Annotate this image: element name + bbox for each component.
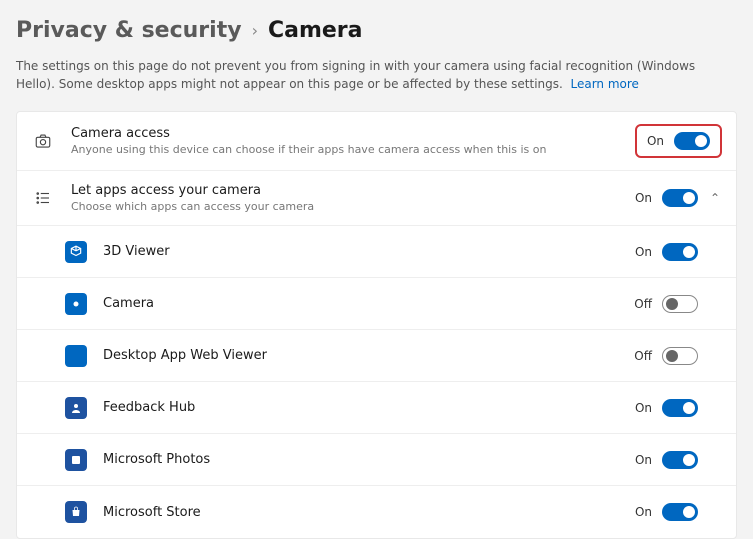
app-toggle-desktop-web-viewer[interactable] [662,347,698,365]
page-description: The settings on this page do not prevent… [16,57,737,93]
list-icon [31,189,55,207]
app-state: On [635,505,652,519]
camera-access-state: On [647,134,664,148]
app-row-feedback-hub: Feedback Hub On [17,382,736,434]
camera-access-row: Camera access Anyone using this device c… [17,112,736,171]
let-apps-state: On [635,191,652,205]
app-toggle-feedback-hub[interactable] [662,399,698,417]
breadcrumb-parent[interactable]: Privacy & security [16,18,242,43]
app-state: On [635,453,652,467]
let-apps-title: Let apps access your camera [71,183,635,198]
camera-access-title: Camera access [71,126,635,141]
page-title: Camera [268,18,363,43]
app-state: On [635,401,652,415]
app-toggle-microsoft-photos[interactable] [662,451,698,469]
desktop-web-viewer-icon [65,345,87,367]
let-apps-row[interactable]: Let apps access your camera Choose which… [17,171,736,226]
app-state: On [635,245,652,259]
app-name: Microsoft Store [103,505,635,520]
let-apps-toggle[interactable] [662,189,698,207]
app-name: Desktop App Web Viewer [103,348,634,363]
chevron-right-icon: › [252,21,258,40]
settings-panel: Camera access Anyone using this device c… [16,111,737,539]
camera-app-icon [65,293,87,315]
microsoft-store-icon [65,501,87,523]
3d-viewer-icon [65,241,87,263]
chevron-up-icon: ⌃ [710,191,722,205]
let-apps-subtitle: Choose which apps can access your camera [71,200,635,213]
camera-access-toggle[interactable] [674,132,710,150]
app-name: Feedback Hub [103,400,635,415]
app-state: Off [634,349,652,363]
learn-more-link[interactable]: Learn more [570,77,638,91]
microsoft-photos-icon [65,449,87,471]
breadcrumb: Privacy & security › Camera [16,18,737,43]
highlighted-toggle: On [635,124,722,158]
app-name: Microsoft Photos [103,452,635,467]
app-row-desktop-web-viewer: Desktop App Web Viewer Off [17,330,736,382]
app-toggle-camera[interactable] [662,295,698,313]
app-name: Camera [103,296,634,311]
app-state: Off [634,297,652,311]
app-row-microsoft-photos: Microsoft Photos On [17,434,736,486]
camera-access-subtitle: Anyone using this device can choose if t… [71,143,635,156]
app-toggle-microsoft-store[interactable] [662,503,698,521]
app-row-camera: Camera Off [17,278,736,330]
app-row-3d-viewer: 3D Viewer On [17,226,736,278]
app-row-microsoft-store: Microsoft Store On [17,486,736,538]
app-toggle-3d-viewer[interactable] [662,243,698,261]
camera-icon [31,132,55,150]
feedback-hub-icon [65,397,87,419]
app-name: 3D Viewer [103,244,635,259]
